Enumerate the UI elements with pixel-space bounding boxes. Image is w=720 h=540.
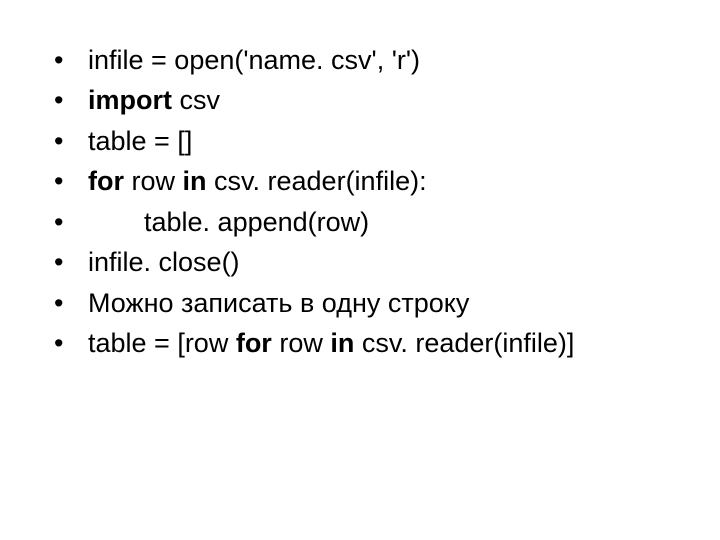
bullet-list: infile = open('name. csv', 'r') import c… [40, 42, 720, 362]
code-text: csv. reader(infile): [207, 166, 427, 196]
code-text: infile. close() [88, 247, 240, 277]
code-text: csv [172, 85, 220, 115]
code-text: infile = open('name. csv', 'r') [88, 45, 420, 75]
list-item: import csv [40, 82, 720, 118]
list-item: infile. close() [40, 244, 720, 280]
list-item: table = [] [40, 123, 720, 159]
keyword-in: in [183, 166, 207, 196]
comment-text: Можно записать в одну строку [88, 288, 469, 318]
code-text: table = [] [88, 126, 192, 156]
list-item: for row in csv. reader(infile): [40, 163, 720, 199]
keyword-for: for [88, 166, 124, 196]
list-item: table. append(row) [40, 204, 720, 240]
list-item: Можно записать в одну строку [40, 285, 720, 321]
list-item: table = [row for row in csv. reader(infi… [40, 325, 720, 361]
keyword-in: in [330, 328, 354, 358]
code-text: row [124, 166, 183, 196]
code-text: table. append(row) [144, 207, 369, 237]
code-text: row [272, 328, 331, 358]
keyword-import: import [88, 85, 172, 115]
list-item: infile = open('name. csv', 'r') [40, 42, 720, 78]
keyword-for: for [236, 328, 272, 358]
code-text: csv. reader(infile)] [354, 328, 574, 358]
code-text: table = [row [88, 328, 236, 358]
